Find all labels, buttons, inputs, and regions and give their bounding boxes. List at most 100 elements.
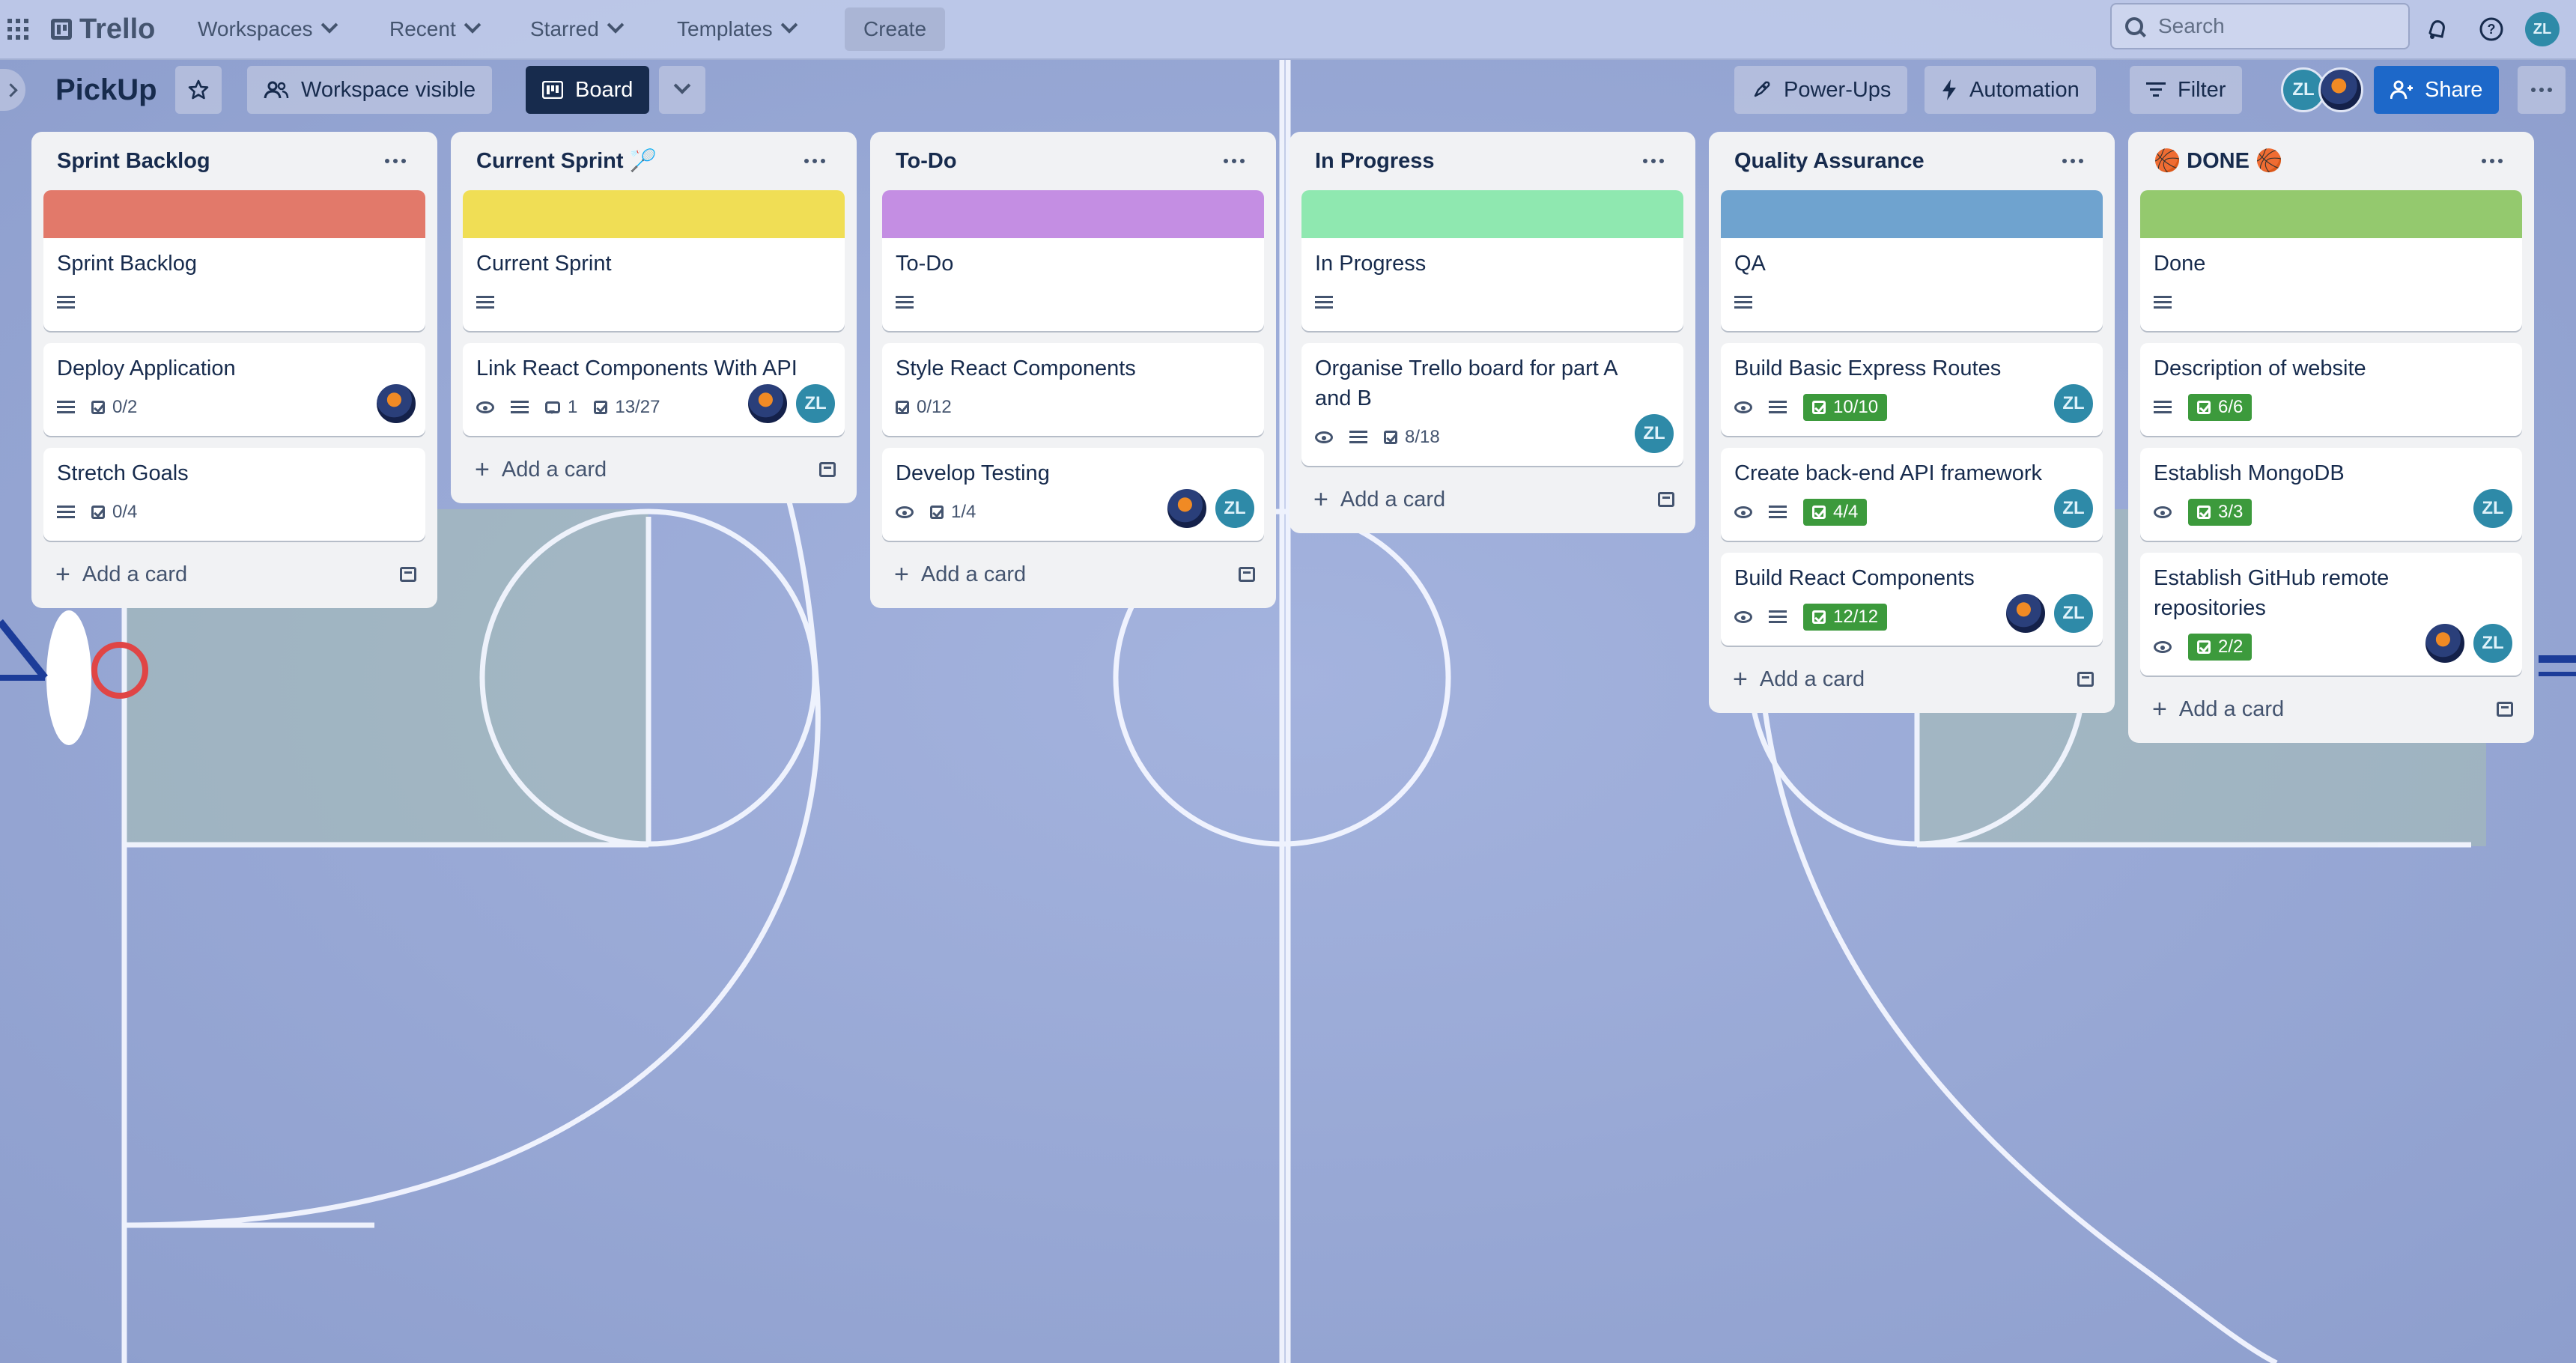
list-actions-icon[interactable] — [2476, 153, 2509, 169]
board-view-icon — [542, 81, 563, 99]
member-avatar[interactable]: ZL — [794, 382, 837, 425]
list-card[interactable]: Description of website 6/6 — [2140, 343, 2522, 436]
create-from-template-icon[interactable] — [2497, 702, 2513, 717]
member-avatar[interactable]: ZL — [2052, 592, 2095, 635]
list-actions-icon[interactable] — [379, 153, 412, 169]
list-actions-icon[interactable] — [1218, 153, 1251, 169]
workspaces-menu[interactable]: Workspaces — [186, 7, 347, 51]
share-button[interactable]: Share — [2374, 66, 2500, 114]
visibility-button[interactable]: Workspace visible — [247, 66, 493, 114]
list: To-Do To-Do Style React Components 0/12 Deve… — [870, 132, 1276, 608]
list-card[interactable]: Establish MongoDB 3/3 ZL — [2140, 448, 2522, 541]
add-card-button[interactable]: + Add a card — [1721, 658, 2103, 701]
recent-menu[interactable]: Recent — [377, 7, 490, 51]
board-title[interactable]: PickUp — [55, 66, 157, 114]
member-avatar-photo[interactable] — [2423, 622, 2467, 665]
list-card[interactable]: Style React Components 0/12 — [882, 343, 1264, 436]
member-avatar[interactable]: ZL — [1213, 487, 1257, 530]
member-avatar-photo[interactable] — [746, 382, 789, 425]
card-badges: 8/18 — [1315, 421, 1670, 454]
list-card[interactable]: Establish GitHub remote repositories 2/2 Z… — [2140, 553, 2522, 676]
description-icon — [1769, 610, 1787, 624]
star-board-button[interactable] — [175, 66, 222, 114]
member-avatar-photo[interactable] — [1165, 487, 1209, 530]
list-title[interactable]: Quality Assurance — [1734, 149, 1925, 174]
watching-icon — [2154, 641, 2172, 653]
search-input[interactable] — [2157, 13, 2384, 39]
list-card[interactable]: Create back-end API framework 4/4 ZL — [1721, 448, 2103, 541]
checklist-badge: 1/4 — [930, 502, 976, 523]
views-dropdown-button[interactable] — [659, 66, 705, 114]
list-card[interactable]: Organise Trello board for part A and B 8/… — [1301, 343, 1683, 466]
add-card-label: Add a card — [1340, 487, 1446, 511]
member-avatar-photo[interactable] — [2004, 592, 2047, 635]
add-card-button[interactable]: + Add a card — [2140, 687, 2522, 731]
list-actions-icon[interactable] — [1637, 153, 1670, 169]
list-card[interactable]: In Progress — [1301, 190, 1683, 331]
member-avatar[interactable]: ZL — [1632, 412, 1676, 455]
member-avatar[interactable]: ZL — [2052, 382, 2095, 425]
create-from-template-icon[interactable] — [819, 462, 836, 477]
add-card-label-group: + Add a card — [1313, 487, 1445, 512]
create-from-template-icon[interactable] — [2077, 672, 2094, 687]
list-actions-icon[interactable] — [2056, 153, 2089, 169]
list-card[interactable]: Build Basic Express Routes 10/10 ZL — [1721, 343, 2103, 436]
filter-button[interactable]: Filter — [2130, 66, 2243, 114]
app-switcher-icon[interactable] — [7, 7, 31, 51]
watching-icon — [896, 506, 914, 518]
list-title[interactable]: Current Sprint 🏸 — [476, 148, 657, 174]
member-avatar[interactable]: ZL — [2052, 487, 2095, 530]
member-avatar[interactable]: ZL — [2471, 487, 2515, 530]
watching-icon — [1734, 506, 1752, 518]
card-members: ZL — [2471, 487, 2515, 530]
list-card[interactable]: Deploy Application 0/2 — [43, 343, 425, 436]
card-body: Build React Components 12/12 ZL — [1721, 553, 2103, 646]
member-avatar-photo[interactable] — [374, 382, 418, 425]
create-from-template-icon[interactable] — [1658, 492, 1674, 507]
add-card-button[interactable]: + Add a card — [463, 448, 845, 491]
list-card[interactable]: Link React Components With API 1 13/27 ZL — [463, 343, 845, 436]
list-card[interactable]: Stretch Goals 0/4 — [43, 448, 425, 541]
checklist-icon — [1812, 401, 1826, 414]
list-title[interactable]: In Progress — [1315, 149, 1435, 174]
checklist-badge: 0/2 — [91, 397, 137, 418]
create-from-template-icon[interactable] — [1239, 567, 1255, 582]
create-from-template-icon[interactable] — [400, 567, 416, 582]
list-card[interactable]: Sprint Backlog — [43, 190, 425, 331]
add-card-button[interactable]: + Add a card — [43, 553, 425, 596]
list-card[interactable]: Current Sprint — [463, 190, 845, 331]
list-title[interactable]: To-Do — [896, 149, 957, 174]
list-card[interactable]: To-Do — [882, 190, 1264, 331]
card-title: Organise Trello board for part A and B — [1315, 356, 1617, 410]
search-field[interactable] — [2110, 3, 2410, 49]
help-button[interactable]: ? — [2479, 7, 2504, 51]
board-view-button[interactable]: Board — [526, 66, 650, 114]
plus-icon: + — [1313, 485, 1328, 514]
templates-menu[interactable]: Templates — [665, 7, 807, 51]
power-ups-label: Power-Ups — [1784, 77, 1892, 102]
trello-logo[interactable]: Trello — [51, 7, 155, 51]
board-menu-button[interactable] — [2518, 66, 2566, 114]
member-avatar-photo[interactable] — [2318, 67, 2363, 112]
list-title[interactable]: 🏀 DONE 🏀 — [2154, 148, 2282, 174]
add-person-icon — [2390, 80, 2413, 100]
list-card[interactable]: QA — [1721, 190, 2103, 331]
list-actions-icon[interactable] — [798, 153, 831, 169]
list-title[interactable]: Sprint Backlog — [57, 149, 210, 174]
list-card[interactable]: Develop Testing 1/4 ZL — [882, 448, 1264, 541]
list-header: In Progress — [1301, 132, 1683, 190]
list-card[interactable]: Done — [2140, 190, 2522, 331]
starred-menu[interactable]: Starred — [518, 7, 634, 51]
notifications-button[interactable] — [2425, 7, 2450, 51]
automation-button[interactable]: Automation — [1925, 66, 2096, 114]
checklist-count: 0/2 — [112, 397, 138, 417]
add-card-button[interactable]: + Add a card — [882, 553, 1264, 596]
list-card[interactable]: Build React Components 12/12 ZL — [1721, 553, 2103, 646]
card-title: To-Do — [896, 252, 954, 276]
member-avatar[interactable]: ZL — [2471, 622, 2515, 665]
create-button[interactable]: Create — [845, 7, 945, 51]
account-menu[interactable]: ZL — [2525, 7, 2560, 51]
add-card-button[interactable]: + Add a card — [1301, 478, 1683, 521]
power-ups-button[interactable]: Power-Ups — [1734, 66, 1908, 114]
card-cover — [43, 190, 425, 238]
